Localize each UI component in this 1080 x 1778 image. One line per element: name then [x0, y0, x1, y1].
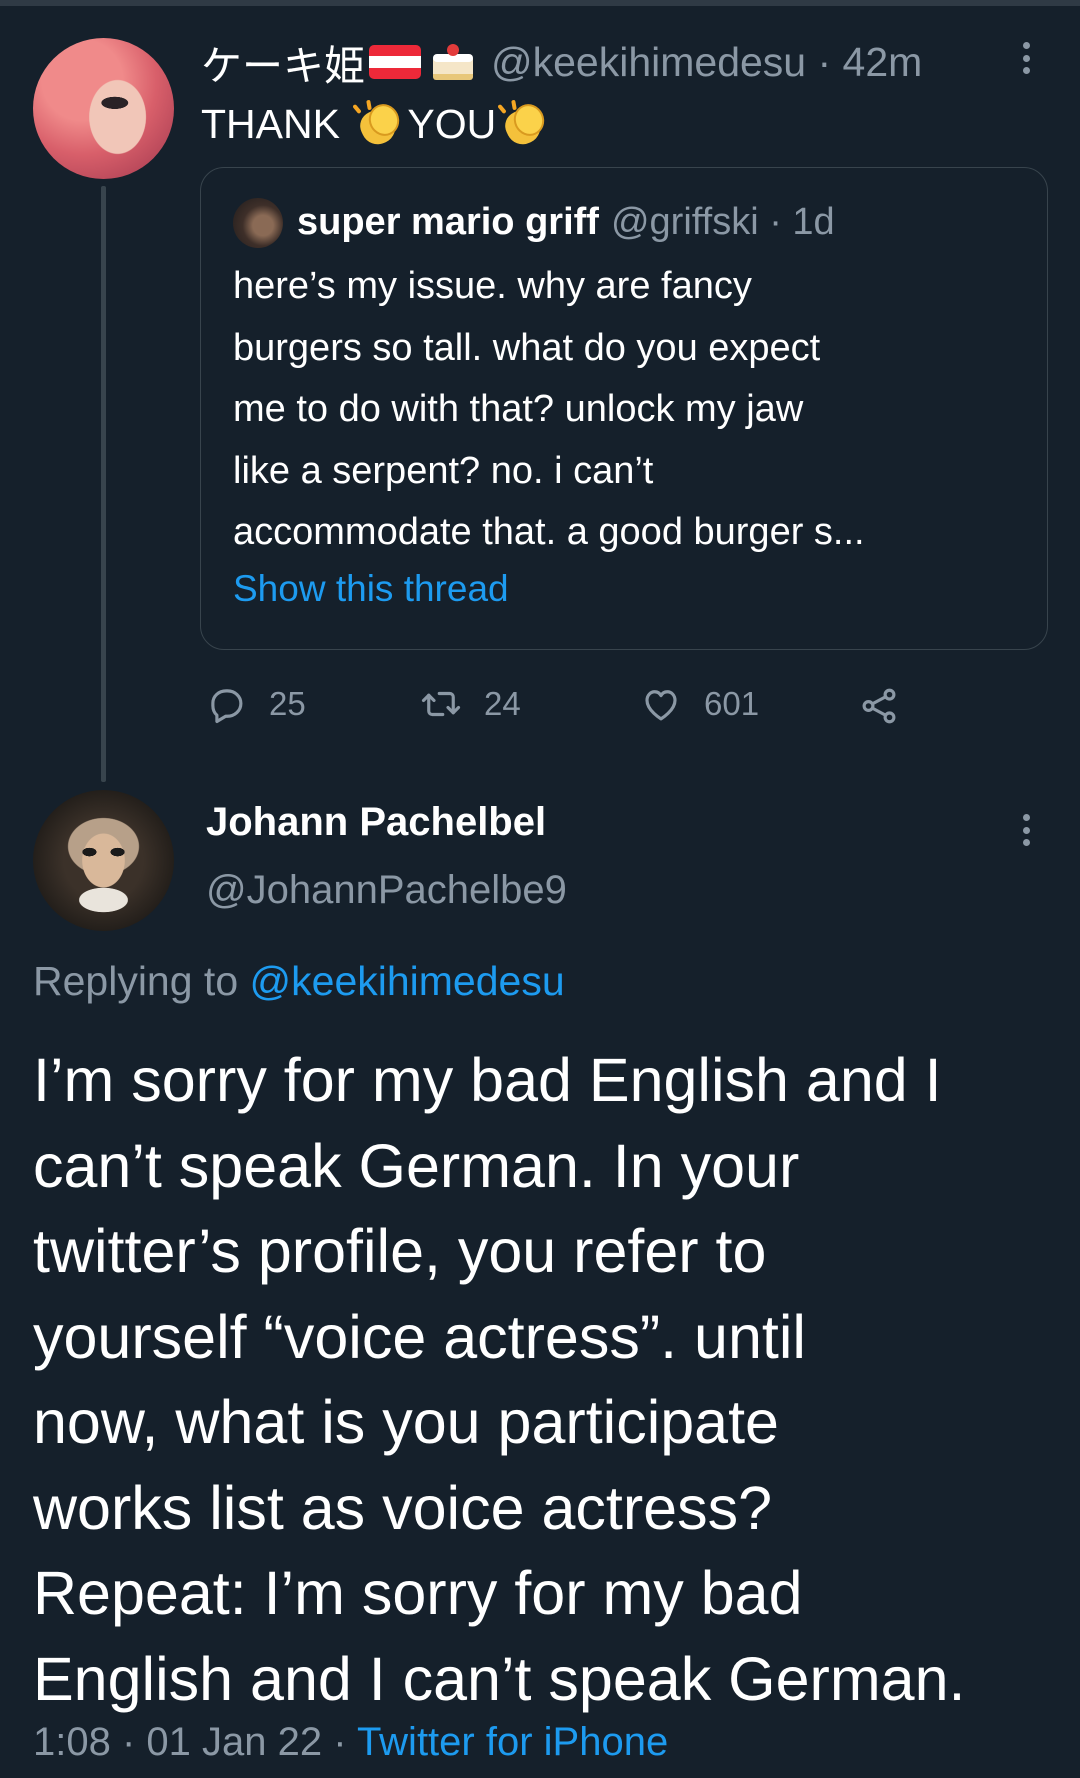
retweet-button[interactable]: 24 — [420, 680, 521, 728]
clapping-hands-icon — [352, 99, 405, 150]
quoted-handle: @griffski — [610, 200, 759, 243]
heart-icon — [645, 690, 677, 721]
quoted-avatar — [233, 198, 283, 248]
like-count: 601 — [704, 685, 760, 722]
timestamp[interactable]: 42m — [843, 39, 923, 86]
reply-icon — [211, 689, 243, 724]
display-name[interactable]: ケーキ姫 — [201, 32, 477, 92]
more-options-icon[interactable] — [1023, 42, 1031, 74]
austria-flag-icon — [369, 45, 421, 79]
avatar[interactable] — [33, 790, 174, 931]
source-link[interactable]: Twitter for iPhone — [357, 1720, 668, 1764]
share-button[interactable] — [858, 682, 922, 730]
more-options-icon[interactable] — [1023, 814, 1031, 846]
user-handle[interactable]: @keekihimedesu — [491, 39, 806, 86]
quoted-tweet-text: here’s my issue. why are fancy burgers s… — [233, 265, 865, 553]
reply-count: 25 — [269, 685, 306, 722]
avatar[interactable] — [33, 38, 174, 179]
like-button[interactable]: 601 — [640, 680, 759, 728]
tweet-header: ケーキ姫 @keekihimedesu · 42m — [201, 32, 922, 92]
quoted-timestamp: 1d — [792, 200, 835, 243]
reply-button[interactable]: 25 — [205, 680, 306, 728]
quoted-display-name: super mario griff — [297, 200, 599, 243]
display-name[interactable]: Johann Pachelbel — [206, 800, 546, 845]
replying-to-handle-link[interactable]: @keekihimedesu — [250, 958, 565, 1004]
show-thread-link[interactable]: Show this thread — [233, 568, 509, 610]
thread-connector-line — [101, 186, 106, 782]
retweet-icon — [421, 691, 461, 717]
shortcake-icon — [429, 42, 477, 82]
share-icon — [862, 688, 896, 724]
user-handle[interactable]: @JohannPachelbe9 — [206, 868, 567, 913]
separator: · — [758, 200, 793, 243]
tweet-text: THANK YOU — [201, 96, 552, 152]
tweet-time[interactable]: 1:08 — [33, 1720, 111, 1764]
tweet-text: I’m sorry for my bad English and I can’t… — [33, 1046, 966, 1713]
tweet-date[interactable]: 01 Jan 22 — [146, 1720, 322, 1764]
quoted-tweet-header: super mario griff @griffski · 1d — [297, 196, 835, 248]
clapping-hands-icon — [497, 99, 550, 150]
separator: · — [806, 38, 843, 85]
tweet-meta: 1:08 · 01 Jan 22 · Twitter for iPhone — [33, 1720, 669, 1764]
retweet-count: 24 — [484, 685, 521, 722]
top-divider — [0, 0, 1080, 6]
replying-to: Replying to @keekihimedesu — [33, 958, 565, 1004]
